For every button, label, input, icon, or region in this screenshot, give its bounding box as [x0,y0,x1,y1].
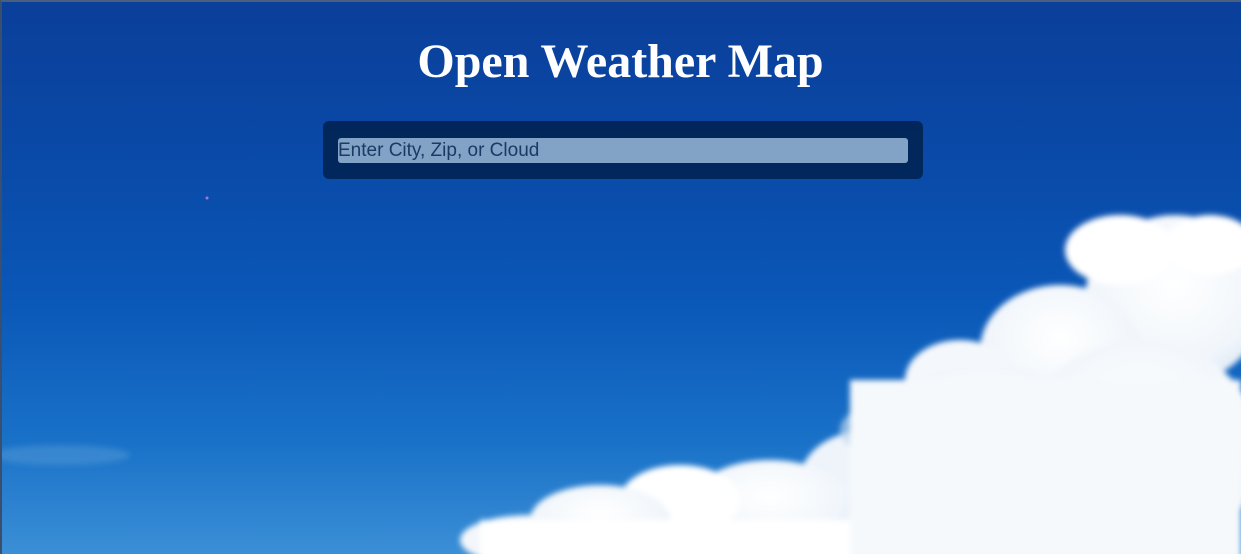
search-panel [323,121,923,179]
page-title: Open Weather Map [417,35,824,88]
search-input[interactable] [338,138,908,163]
